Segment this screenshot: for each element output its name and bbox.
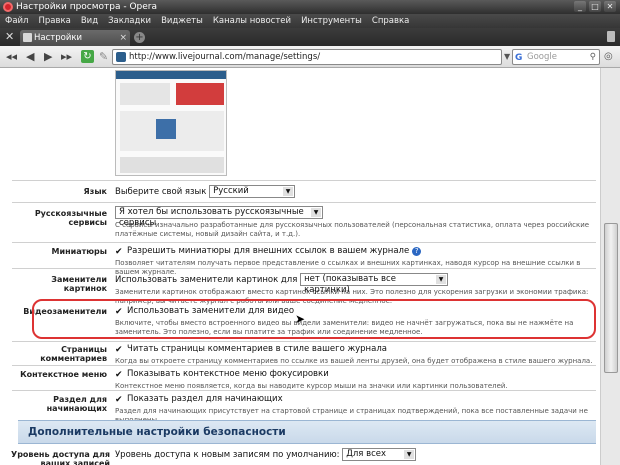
page-viewport: Язык Выберите свой язык Русский ▼ Русско…	[0, 68, 620, 465]
language-row: Язык Выберите свой язык Русский ▼	[12, 180, 596, 202]
menu-widgets[interactable]: Виджеты	[161, 14, 203, 28]
access-level-select[interactable]: Для всех ▼	[342, 448, 417, 461]
new-tab-button[interactable]: +	[134, 32, 145, 43]
security-section-header: Дополнительные настройки безопасности	[18, 420, 596, 444]
address-url: http://www.livejournal.com/manage/settin…	[129, 52, 321, 62]
search-icon[interactable]: ⚲	[590, 50, 596, 64]
forward-icon[interactable]: ▶	[44, 50, 52, 64]
livejournal-favicon-icon	[116, 52, 126, 62]
reload-icon[interactable]: ↻	[81, 50, 94, 63]
tab-settings[interactable]: Настройки просмотра ×	[20, 30, 130, 59]
window-title: Настройки просмотра - Opera	[16, 2, 158, 12]
opera-logo-icon	[3, 2, 13, 12]
edit-icon[interactable]: ✎	[99, 50, 108, 63]
beginners-row: Раздел для начинающих ✔ Показать раздел д…	[12, 390, 596, 424]
language-label: Язык	[83, 187, 107, 196]
thumbnails-checkbox-label: Разрешить миниатюры для внешних ссылок в…	[127, 246, 410, 256]
thumbnails-label: Миниатюры	[51, 247, 107, 256]
access-level-selected: Для всех	[346, 449, 387, 459]
vertical-scrollbar[interactable]	[600, 68, 620, 465]
search-placeholder: Google	[527, 52, 557, 62]
settings-page: Язык Выберите свой язык Русский ▼ Русско…	[11, 68, 596, 465]
language-prompt: Выберите свой язык	[115, 187, 207, 197]
beginners-label: Раздел для начинающих	[46, 395, 107, 413]
close-button[interactable]: ✕	[604, 1, 616, 12]
fast-forward-icon[interactable]: ▸▸	[61, 50, 72, 64]
image-placeholders-prompt: Использовать заменители картинок для	[115, 275, 298, 285]
navigation-bar: ◂◂ ◀ ▶ ▸▸ ↻ ✎ http://www.livejournal.com…	[0, 46, 620, 68]
menu-bookmarks[interactable]: Закладки	[108, 14, 151, 28]
access-level-prompt: Уровень доступа к новым записям по умолч…	[115, 450, 340, 460]
highlight-annotation	[32, 299, 596, 339]
image-placeholders-row: Заменители картинок Использовать заменит…	[12, 268, 596, 305]
image-placeholders-select[interactable]: нет (показывать все картинки) ▼	[300, 273, 449, 295]
context-menu-checkbox[interactable]: ✔	[115, 371, 124, 380]
russian-services-desc: С сервисы изначально разработанные для р…	[115, 221, 590, 238]
chevron-down-icon: ▼	[404, 450, 415, 459]
style-preview-image	[115, 70, 227, 176]
context-menu-checkbox-label: Показывать контекстное меню фокусировки	[127, 369, 329, 379]
menu-bar: Файл Правка Вид Закладки Виджеты Каналы …	[0, 14, 620, 28]
address-dropdown-icon[interactable]: ▼	[504, 52, 510, 61]
language-select[interactable]: Русский ▼	[209, 185, 296, 198]
chevron-down-icon: ▼	[311, 208, 321, 217]
language-selected: Русский	[213, 186, 249, 196]
page-icon	[23, 33, 32, 42]
context-menu-label: Контекстное меню	[20, 370, 107, 379]
beginners-checkbox[interactable]: ✔	[115, 396, 124, 405]
rewind-icon[interactable]: ◂◂	[6, 50, 17, 64]
thumbnails-checkbox[interactable]: ✔	[115, 248, 124, 257]
menu-feeds[interactable]: Каналы новостей	[213, 14, 291, 28]
comment-pages-checkbox[interactable]: ✔	[115, 346, 124, 355]
menu-help[interactable]: Справка	[372, 14, 409, 28]
image-placeholders-label: Заменители картинок	[51, 275, 107, 293]
russian-services-row: Русскоязычные сервисы Я хотел бы использ…	[12, 202, 596, 242]
chevron-down-icon: ▼	[436, 275, 447, 284]
menu-file[interactable]: Файл	[5, 14, 28, 28]
back-icon[interactable]: ◀	[26, 50, 34, 64]
scrollbar-thumb[interactable]	[604, 223, 618, 373]
access-level-label: Уровень доступа для ваших записей	[11, 450, 110, 465]
google-icon: G	[515, 53, 523, 63]
tools-icon[interactable]: ✕	[5, 31, 14, 43]
menu-view[interactable]: Вид	[81, 14, 98, 28]
chevron-down-icon: ▼	[283, 187, 294, 196]
site-info-icon[interactable]: ◎	[604, 51, 613, 62]
minimize-button[interactable]: _	[574, 1, 586, 12]
menu-edit[interactable]: Правка	[38, 14, 70, 28]
russian-services-select[interactable]: Я хотел бы использовать русскоязычные се…	[115, 206, 323, 228]
thumbnails-row: Миниатюры ✔ Разрешить миниатюры для внешн…	[12, 242, 596, 276]
address-bar[interactable]: http://www.livejournal.com/manage/settin…	[112, 49, 502, 65]
comment-pages-checkbox-label: Читать страницы комментариев в стиле ваш…	[127, 344, 387, 354]
menu-tools[interactable]: Инструменты	[301, 14, 362, 28]
russian-services-label: Русскоязычные сервисы	[34, 209, 107, 227]
access-level-row: Уровень доступа для ваших записей Уровен…	[11, 446, 596, 465]
search-field[interactable]: G Google ⚲	[512, 49, 600, 65]
mouse-cursor-icon: ➤	[295, 312, 306, 326]
comment-pages-row: Страницы комментариев ✔ Читать страницы к…	[12, 341, 596, 365]
trash-icon[interactable]	[607, 31, 615, 42]
comment-pages-label: Страницы комментариев	[40, 345, 107, 363]
context-menu-row: Контекстное меню ✔ Показывать контекстное…	[12, 365, 596, 390]
window-titlebar: Настройки просмотра - Opera _ □ ✕	[0, 0, 620, 14]
beginners-checkbox-label: Показать раздел для начинающих	[127, 394, 283, 404]
tab-bar: ✕ Настройки просмотра × +	[0, 28, 620, 59]
tab-close-icon[interactable]: ×	[119, 30, 127, 46]
help-icon[interactable]: ?	[412, 247, 422, 256]
maximize-button[interactable]: □	[589, 1, 601, 12]
